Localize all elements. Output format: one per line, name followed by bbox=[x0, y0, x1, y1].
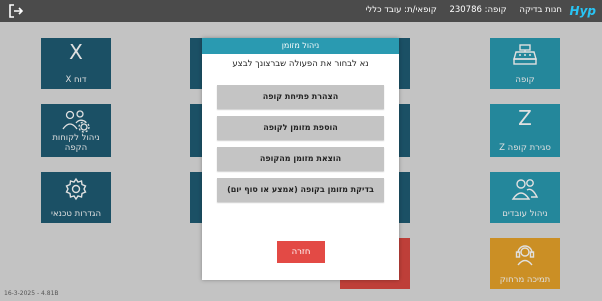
back-button[interactable]: חזרה bbox=[277, 241, 325, 263]
cash-management-dialog: ניהול מזומן נא לבחור את הפעולה שברצונך ל… bbox=[202, 38, 399, 280]
hyp-logo: Hyp bbox=[569, 4, 596, 18]
dialog-title: ניהול מזומן bbox=[202, 38, 399, 54]
top-bar: חנות בדיקה קופה: 230786 קופאי/ת: עובד כל… bbox=[0, 0, 602, 22]
add-cash-button[interactable]: הוספת מזומן לקופה bbox=[217, 116, 384, 140]
dialog-subtitle: נא לבחור את הפעולה שברצונך לבצע bbox=[232, 59, 369, 69]
version-label: 16-3-2025 - 4.81B bbox=[4, 290, 59, 297]
logout-icon[interactable] bbox=[8, 3, 24, 19]
register-number: קופה: 230786 bbox=[449, 5, 507, 15]
opening-declaration-button[interactable]: הצהרת פתיחת קופה bbox=[217, 85, 384, 109]
remove-cash-button[interactable]: הוצאת מזומן מהקופה bbox=[217, 147, 384, 171]
cashier-name: קופאי/ת: עובד כללי bbox=[365, 5, 437, 15]
session-info: חנות בדיקה קופה: 230786 קופאי/ת: עובד כל… bbox=[356, 5, 562, 15]
check-cash-button[interactable]: בדיקת מזומן בקופה (אמצע או סוף יום) bbox=[217, 178, 384, 202]
store-name: חנות בדיקה bbox=[519, 5, 562, 15]
